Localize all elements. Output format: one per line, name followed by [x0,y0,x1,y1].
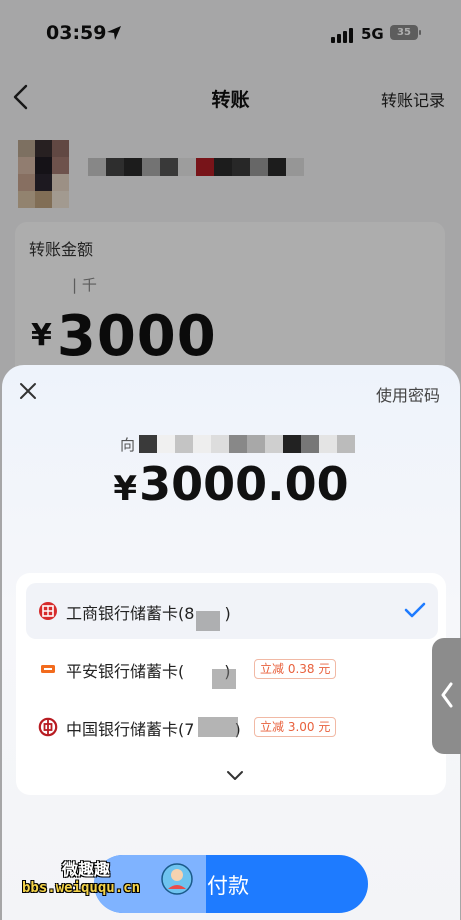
card-name: 平安银行储蓄卡() [66,662,231,681]
payee-name-mosaic [139,435,356,453]
use-password-button[interactable]: 使用密码 [376,382,440,406]
payee-prefix: 向 [120,435,136,454]
pingan-logo-icon [41,665,55,673]
payment-method-icbc[interactable]: 工商银行储蓄卡(8) [26,583,438,639]
currency-symbol: ¥ [113,469,138,509]
card-number-mosaic [212,669,236,689]
payee-row: 向 [120,433,356,455]
chevron-down-icon[interactable] [226,769,244,781]
card-number-mosaic [196,611,220,631]
card-number-mosaic [198,717,238,737]
icbc-logo-icon [39,602,57,620]
boc-logo-icon [38,717,58,737]
discount-badge: 立减 3.00 元 [254,717,337,737]
close-icon[interactable] [18,381,38,401]
chevron-left-icon [441,682,453,708]
payment-amount: ¥3000.00 [2,457,460,511]
side-drawer-handle[interactable] [432,638,461,754]
watermark-url: bbs.weiququ.cn [22,880,141,896]
payment-method-boc[interactable]: 中国银行储蓄卡(7) 立减 3.00 元 [26,699,438,755]
payment-method-pingan[interactable]: 平安银行储蓄卡() 立减 0.38 元 [26,641,438,697]
check-icon [404,602,426,618]
watermark: 微趣趣 bbs.weiququ.cn [20,856,220,906]
watermark-title: 微趣趣 [62,860,111,879]
discount-badge: 立减 0.38 元 [254,659,337,679]
payment-method-list: 工商银行储蓄卡(8) 平安银行储蓄卡() 立减 0.38 元 中国银行储蓄卡(7… [16,573,446,795]
payment-amount-value: 3000.00 [139,457,349,511]
payment-sheet: 使用密码 向 ¥3000.00 工商银行储蓄卡(8) 平安银行储蓄卡(立减 0… [2,365,460,920]
mascot-icon [161,863,193,895]
